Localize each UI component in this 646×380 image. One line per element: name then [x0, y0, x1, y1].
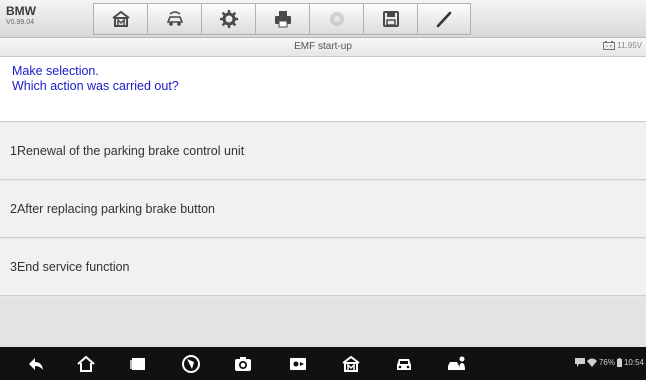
vehicle-button[interactable]	[393, 353, 415, 375]
screen-capture-icon	[290, 358, 306, 370]
save-button[interactable]	[363, 3, 417, 35]
vehicle-swap-button[interactable]	[147, 3, 201, 35]
home-icon	[77, 355, 95, 372]
camera-button[interactable]	[232, 353, 254, 375]
vehicle-icon	[397, 359, 411, 370]
android-home-button[interactable]	[75, 353, 97, 375]
home-button[interactable]	[93, 3, 147, 35]
battery-voltage: 11.95V	[603, 41, 642, 50]
wifi-icon	[586, 358, 597, 367]
option-renewal-control-unit[interactable]: 1Renewal of the parking brake control un…	[0, 123, 646, 180]
service-icon	[448, 356, 465, 370]
vehicle-brand: BMW V0.99.04	[6, 4, 86, 34]
screen-capture-button[interactable]	[287, 353, 309, 375]
status-area: 76% 10:54	[574, 358, 644, 367]
help-icon	[329, 12, 344, 26]
vehicle-swap-icon	[166, 11, 183, 26]
option-replacing-brake-button[interactable]: 2After replacing parking brake button	[0, 181, 646, 238]
page-title: EMF start-up	[294, 41, 352, 52]
info-bar: EMF start-up 11.95V	[0, 38, 646, 57]
selection-prompt: Make selection. Which action was carried…	[0, 57, 646, 122]
home-icon	[111, 10, 130, 27]
voltage-value: 11.95V	[617, 41, 642, 50]
settings-gear-icon	[219, 10, 238, 28]
option-end-service-function[interactable]: 3End service function	[0, 239, 646, 296]
maxisys-home-button[interactable]	[340, 353, 362, 375]
tool-buttons	[93, 3, 471, 35]
print-icon	[274, 11, 291, 28]
pen-button[interactable]	[417, 3, 471, 35]
browser-icon	[182, 355, 200, 373]
print-button[interactable]	[255, 3, 309, 35]
battery-percent: 76%	[598, 358, 615, 367]
recent-apps-button[interactable]	[127, 353, 149, 375]
prompt-line-2: Which action was carried out?	[12, 79, 179, 93]
save-icon	[382, 11, 399, 27]
maxisys-home-icon	[342, 355, 360, 372]
settings-button[interactable]	[201, 3, 255, 35]
brand-name: BMW	[6, 4, 36, 18]
back-icon	[29, 358, 43, 370]
help-button[interactable]	[309, 3, 363, 35]
system-navigation-bar: 76% 10:54	[0, 347, 646, 380]
back-button[interactable]	[25, 353, 47, 375]
software-version: V0.99.04	[6, 19, 35, 26]
camera-icon	[235, 357, 251, 371]
top-toolbar: BMW V0.99.04	[0, 0, 646, 38]
chat-icon	[574, 358, 585, 367]
service-button[interactable]	[446, 353, 468, 375]
clock: 10:54	[623, 358, 644, 367]
battery-icon	[603, 41, 616, 50]
prompt-line-1: Make selection.	[12, 64, 99, 78]
pen-icon	[436, 11, 452, 28]
recent-apps-icon	[130, 358, 145, 370]
empty-area	[0, 297, 646, 347]
browser-button[interactable]	[180, 353, 202, 375]
battery-icon	[616, 358, 622, 367]
